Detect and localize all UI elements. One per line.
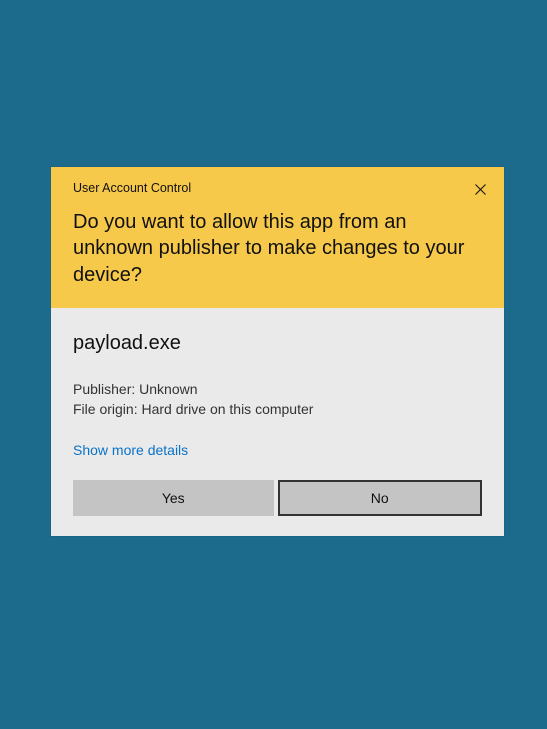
close-icon (475, 182, 486, 200)
titlebar-text: User Account Control (73, 181, 482, 195)
close-button[interactable] (470, 181, 490, 201)
yes-button[interactable]: Yes (73, 480, 274, 516)
show-more-details-link[interactable]: Show more details (73, 442, 482, 458)
no-button[interactable]: No (278, 480, 483, 516)
dialog-body: payload.exe Publisher: Unknown File orig… (51, 308, 504, 536)
dialog-heading: Do you want to allow this app from an un… (73, 209, 468, 288)
app-name: payload.exe (73, 332, 482, 355)
uac-dialog: User Account Control Do you want to allo… (51, 167, 504, 536)
button-row: Yes No (73, 480, 482, 516)
publisher-line: Publisher: Unknown (73, 379, 482, 399)
dialog-header: User Account Control Do you want to allo… (51, 167, 504, 308)
origin-line: File origin: Hard drive on this computer (73, 399, 482, 419)
app-meta: Publisher: Unknown File origin: Hard dri… (73, 379, 482, 420)
